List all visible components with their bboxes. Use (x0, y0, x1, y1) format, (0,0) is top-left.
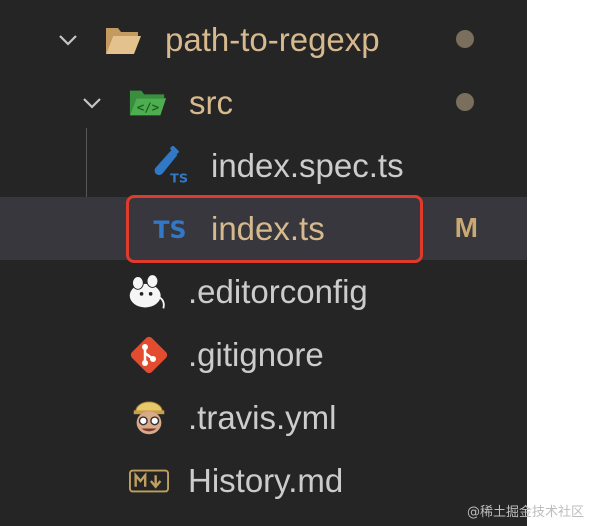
folder-open-icon (103, 20, 143, 60)
tree-item-label: index.spec.ts (211, 146, 404, 184)
folder-src-icon: </> (128, 83, 168, 123)
file-explorer: path-to-regexp </> src TS index.spec.ts (0, 0, 527, 526)
modified-badge: M (454, 212, 478, 243)
tree-item-gitignore[interactable]: .gitignore (0, 323, 527, 386)
selection-highlight-annotation (126, 195, 423, 263)
git-icon (129, 335, 169, 375)
chevron-down-icon (59, 35, 77, 46)
tree-item-travis-yml[interactable]: .travis.yml (0, 386, 527, 449)
tree-item-label: path-to-regexp (165, 20, 380, 58)
tree-item-label: .gitignore (188, 335, 324, 373)
tree-item-index-spec-ts[interactable]: TS index.spec.ts (0, 134, 527, 197)
travis-icon (129, 398, 169, 438)
tree-item-label: .editorconfig (188, 272, 368, 310)
tree-item-label: .travis.yml (188, 398, 337, 436)
status-dot (456, 30, 474, 48)
ts-test-icon: TS (150, 146, 190, 186)
svg-text:</>: </> (137, 101, 159, 115)
svg-text:TS: TS (170, 170, 188, 185)
status-dot (456, 93, 474, 111)
tree-item-label: src (189, 83, 233, 121)
tree-item-src[interactable]: </> src (0, 71, 527, 134)
tree-item-editorconfig[interactable]: .editorconfig (0, 260, 527, 323)
tree-item-history-md[interactable]: History.md (0, 449, 527, 512)
watermark: @稀土掘金技术社区 (466, 505, 584, 520)
chevron-down-icon (83, 98, 101, 109)
tree-item-label: History.md (188, 461, 344, 499)
markdown-icon (129, 461, 169, 501)
tree-item-path-to-regexp[interactable]: path-to-regexp (0, 8, 527, 71)
editorconfig-icon (127, 272, 167, 312)
